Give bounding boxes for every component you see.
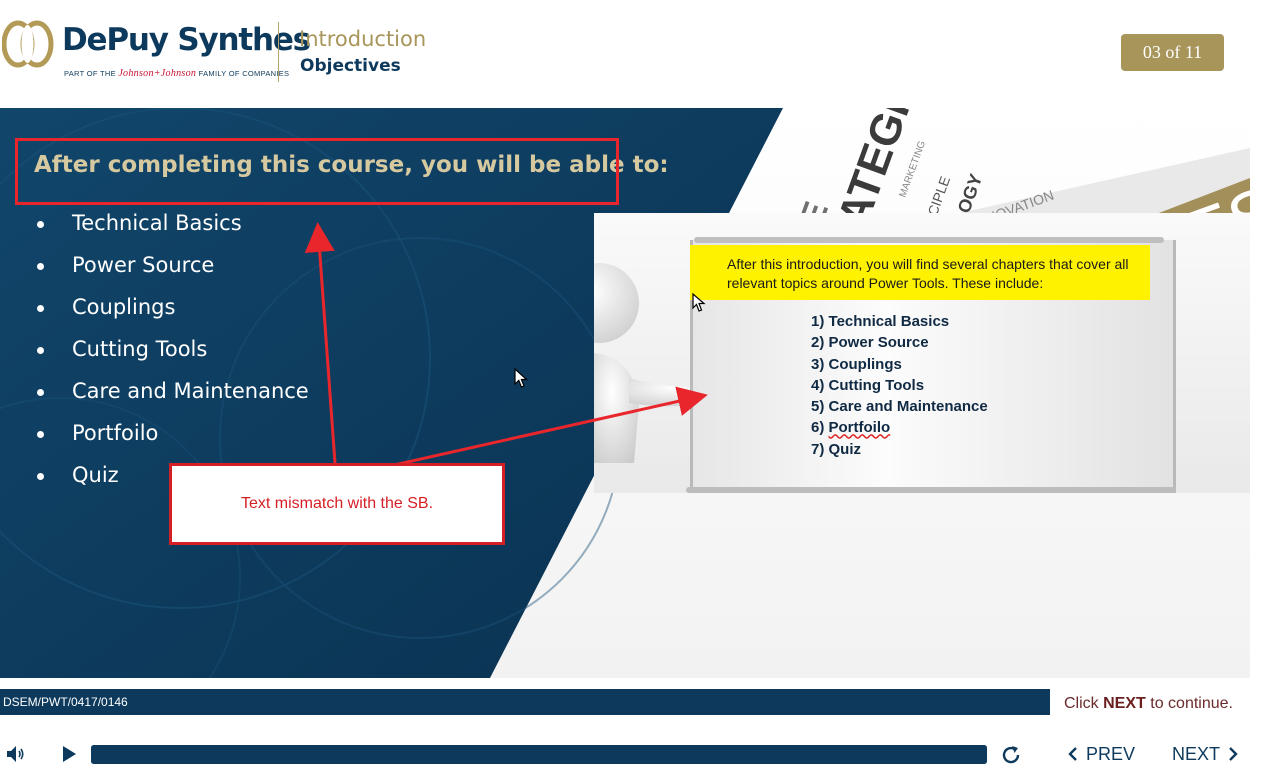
storyboard-topic-item: 1) Technical Basics (811, 311, 988, 332)
page-counter-badge: 03 of 11 (1121, 34, 1224, 71)
objective-item: Portfoilo (34, 412, 309, 454)
objective-item: Power Source (34, 244, 309, 286)
prev-label: PREV (1086, 743, 1136, 764)
storyboard-topic-text: Power Source (828, 334, 929, 352)
next-label: NEXT (1172, 743, 1221, 764)
replay-icon (1002, 746, 1020, 764)
progress-slider[interactable] (91, 745, 987, 764)
storyboard-topic-number: 1) (811, 313, 825, 330)
storyboard-topic-list: 1) Technical Basics 2) Power Source 3) Cou… (811, 311, 988, 460)
storyboard-topic-text: Quiz (828, 440, 862, 458)
annotation-comment-box: Text mismatch with the SB. (169, 463, 505, 545)
continue-hint-pre: Click (1064, 695, 1099, 712)
whiteboard-bottom-rail (686, 487, 1176, 493)
storyboard-topic-item: 5) Care and Maintenance (811, 396, 988, 417)
volume-icon (7, 746, 24, 762)
storyboard-topic-item: 2) Power Source (811, 332, 988, 353)
annotation-highlight-box (15, 138, 619, 205)
storyboard-topic-item: 6) Portfoilo (811, 417, 988, 438)
storyboard-topic-number: 6) (811, 419, 825, 437)
storyboard-reference-image: After this introduction, you will find s… (594, 213, 1250, 493)
mouse-pointer-icon (514, 368, 528, 388)
whiteboard-top-rail (694, 237, 1164, 243)
storyboard-topic-text: Technical Basics (828, 313, 950, 330)
objective-item: Care and Maintenance (34, 370, 309, 412)
play-icon (63, 746, 76, 762)
chevron-left-icon (1068, 747, 1077, 761)
storyboard-topic-item: 4) Cutting Tools (811, 375, 988, 396)
cursor-icon (692, 293, 706, 312)
brand-tagline-jj: Johnson+Johnson (118, 68, 197, 79)
page-title: Objectives (300, 56, 401, 76)
brand-name: DePuy Synthes (62, 22, 311, 58)
continue-hint-post: to continue. (1150, 695, 1233, 712)
document-code: DSEM/PWT/0417/0146 (3, 695, 128, 709)
storyboard-topic-number: 2) (811, 334, 825, 352)
continue-hint-next: NEXT (1103, 695, 1146, 712)
prev-button[interactable]: PREV (1068, 741, 1135, 767)
storyboard-topic-text: Care and Maintenance (828, 398, 988, 416)
section-title: Introduction (299, 27, 427, 51)
volume-button[interactable] (5, 743, 27, 765)
objective-item: Cutting Tools (34, 328, 309, 370)
storyboard-topic-item: 7) Quiz (811, 439, 988, 460)
continue-hint: Click NEXT to continue. (1064, 695, 1233, 713)
brand-tagline: PART OF THE Johnson+Johnson FAMILY OF CO… (64, 68, 289, 79)
storyboard-topic-number: 3) (811, 355, 825, 373)
chevron-right-icon (1229, 747, 1238, 761)
header-divider (278, 22, 279, 82)
footer-bar (0, 689, 1050, 715)
storyboard-topic-text: Couplings (828, 355, 902, 373)
play-button[interactable] (58, 743, 80, 765)
objective-item: Couplings (34, 286, 309, 328)
replay-button[interactable] (999, 743, 1023, 767)
storyboard-topic-text: Portfoilo (828, 419, 891, 437)
brand-tagline-post: FAMILY OF COMPANIES (198, 69, 290, 78)
logo-mark-icon (1, 20, 54, 68)
storyboard-topic-item: 3) Couplings (811, 354, 988, 375)
storyboard-topic-text: Cutting Tools (828, 376, 925, 394)
storyboard-intro-text: After this introduction, you will find s… (727, 256, 1129, 291)
brand-tagline-pre: PART OF THE (64, 69, 116, 78)
storyboard-topic-number: 4) (811, 376, 825, 394)
objective-item: Technical Basics (34, 202, 309, 244)
progress-fill (91, 745, 987, 764)
storyboard-topic-number: 7) (811, 440, 825, 458)
storyboard-topic-number: 5) (811, 398, 825, 416)
objectives-list: Technical Basics Power Source Couplings Cut… (34, 202, 309, 496)
next-button[interactable]: NEXT (1172, 741, 1238, 767)
